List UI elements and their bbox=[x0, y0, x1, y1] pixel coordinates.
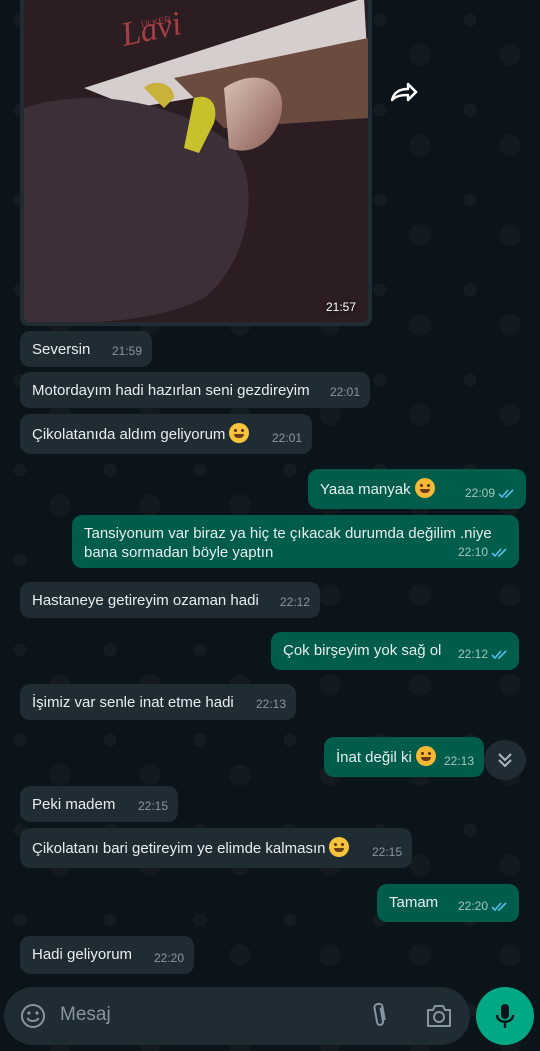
message-text-line: bana sormadan böyle yaptın bbox=[84, 544, 274, 561]
read-receipt-icon bbox=[491, 902, 507, 912]
message-time: 22:09 bbox=[465, 484, 516, 503]
grinning-face-emoji bbox=[329, 837, 350, 857]
message-time: 22:12 bbox=[279, 595, 310, 609]
message-outgoing[interactable]: Tansiyonum var biraz ya hiç te çıkacak d… bbox=[72, 515, 519, 568]
image-message[interactable]: Lavi ÜLKER 21:57 bbox=[20, 0, 372, 326]
read-receipt-icon bbox=[491, 548, 507, 558]
laughing-face-emoji bbox=[415, 746, 436, 766]
message-outgoing[interactable]: Yaaa manyak 22:09 bbox=[308, 469, 526, 509]
message-text: Çikolatanı bari getireyim ye elimde kalm… bbox=[32, 840, 326, 857]
message-input[interactable]: Mesaj bbox=[60, 1004, 111, 1026]
message-text: Yaaa manyak bbox=[320, 481, 411, 498]
message-time: 22:13 bbox=[255, 697, 286, 711]
message-incoming[interactable]: Çikolatanıda aldım geliyorum 22:01 bbox=[20, 414, 312, 454]
message-time: 22:12 bbox=[458, 645, 509, 664]
message-incoming[interactable]: Motordayım hadi hazırlan seni gezdireyim… bbox=[20, 372, 370, 408]
message-time: 22:10 bbox=[458, 543, 509, 562]
message-text: İnat değil ki bbox=[336, 749, 412, 766]
message-time: 22:15 bbox=[371, 845, 402, 859]
forward-icon[interactable] bbox=[388, 80, 418, 106]
image-timestamp: 21:57 bbox=[325, 300, 356, 314]
message-text: Hastaneye getireyim ozaman hadi bbox=[32, 592, 259, 609]
message-time: 22:20 bbox=[458, 897, 509, 916]
message-incoming[interactable]: Peki madem 22:15 bbox=[20, 786, 178, 822]
read-receipt-icon bbox=[491, 650, 507, 660]
message-time: 22:01 bbox=[271, 431, 302, 445]
read-receipt-icon bbox=[498, 489, 514, 499]
message-incoming[interactable]: Hadi geliyorum 22:20 bbox=[20, 936, 194, 974]
mic-icon bbox=[495, 1004, 515, 1028]
message-text: Hadi geliyorum bbox=[32, 946, 133, 963]
message-text: Peki madem bbox=[32, 796, 116, 813]
message-incoming[interactable]: Çikolatanı bari getireyim ye elimde kalm… bbox=[20, 828, 412, 868]
message-incoming[interactable]: İşimiz var senle inat etme hadi 22:13 bbox=[20, 684, 296, 720]
scroll-to-bottom-button[interactable] bbox=[484, 740, 526, 780]
message-text: Seversin bbox=[32, 341, 91, 358]
emoji-icon[interactable] bbox=[20, 1003, 46, 1029]
attach-icon[interactable] bbox=[370, 1002, 388, 1030]
message-outgoing[interactable]: Tamam 22:20 bbox=[377, 884, 519, 922]
message-text: Çok birşeyim yok sağ ol bbox=[283, 642, 442, 659]
message-text: İşimiz var senle inat etme hadi bbox=[32, 694, 234, 711]
message-composer[interactable]: Mesaj bbox=[4, 987, 470, 1045]
chevron-double-down-icon bbox=[498, 753, 512, 768]
message-time: 22:13 bbox=[443, 754, 474, 768]
image-thumbnail[interactable]: Lavi ÜLKER 21:57 bbox=[24, 0, 368, 322]
message-time: 22:15 bbox=[137, 799, 168, 813]
message-incoming[interactable]: Seversin 21:59 bbox=[20, 331, 152, 367]
message-text: Çikolatanıda aldım geliyorum bbox=[32, 426, 226, 443]
voice-message-button[interactable] bbox=[476, 987, 534, 1045]
message-text: Motordayım hadi hazırlan seni gezdireyim bbox=[32, 382, 310, 399]
laughing-face-emoji bbox=[414, 478, 435, 498]
message-text: Tamam bbox=[389, 894, 439, 911]
camera-icon[interactable] bbox=[425, 1003, 453, 1029]
message-time: 22:01 bbox=[329, 385, 360, 399]
message-outgoing[interactable]: İnat değil ki 22:13 bbox=[324, 737, 484, 777]
message-incoming[interactable]: Hastaneye getireyim ozaman hadi 22:12 bbox=[20, 582, 320, 618]
message-outgoing[interactable]: Çok birşeyim yok sağ ol 22:12 bbox=[271, 632, 519, 670]
message-text-line: Tansiyonum var biraz ya hiç te çıkacak d… bbox=[84, 525, 492, 542]
grinning-face-emoji bbox=[229, 423, 250, 443]
message-time: 21:59 bbox=[111, 344, 142, 358]
message-time: 22:20 bbox=[153, 951, 184, 965]
